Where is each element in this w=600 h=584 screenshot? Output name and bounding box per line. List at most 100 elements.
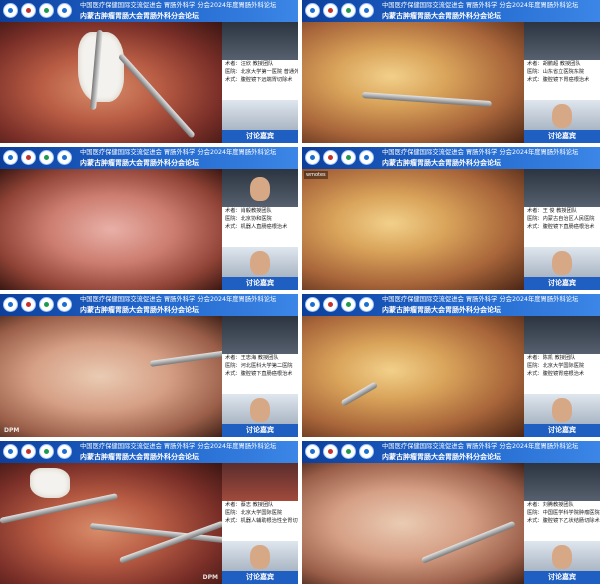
info-panel: 术者：蔡志 教授团队 医院：北京大学国际医院 术式：机器人辅助根治性全胃切除术 … bbox=[222, 463, 298, 584]
forum-banner: 中国医疗保健国际交流促进会 胃肠外科学 分会2024年度胃肠外科论坛 内蒙古肿瘤… bbox=[302, 147, 600, 169]
banner-title-line1: 中国医疗保健国际交流促进会 胃肠外科学 分会2024年度胃肠外科论坛 bbox=[382, 149, 579, 156]
instrument bbox=[117, 52, 196, 139]
association-logo-icon bbox=[39, 150, 54, 165]
logo-group bbox=[305, 3, 374, 18]
association-logo-icon bbox=[39, 3, 54, 18]
surgery-info: 术者：汪欣 教授团队 医院：北京大学第一医院 普通外科 术式：腹腔镜下远端胃切除… bbox=[222, 60, 298, 100]
dpm-watermark: DPM bbox=[202, 574, 218, 581]
surgery-info: 术者：王 俊 教授团队 医院：内蒙古自治区人民医院 术式：腹腔镜下直肠癌根治术 bbox=[524, 207, 600, 247]
instrument bbox=[149, 349, 230, 367]
operating-room-cam bbox=[222, 22, 298, 60]
surgery-info: 术者：胡鹏超 教授团队 医院：山东省立医院东院 术式：腹腔镜下胃癌根治术 bbox=[524, 60, 600, 100]
society-logo-icon bbox=[305, 444, 320, 459]
hospital-logo-icon bbox=[21, 444, 36, 459]
surgical-video[interactable] bbox=[0, 22, 222, 143]
stream-tile-1[interactable]: 中国医疗保健国际交流促进会 胃肠外科学 分会2024年度胃肠外科论坛 内蒙古肿瘤… bbox=[0, 0, 298, 143]
partner-logo-icon bbox=[57, 297, 72, 312]
society-logo-icon bbox=[3, 3, 18, 18]
association-logo-icon bbox=[341, 444, 356, 459]
forum-banner: 中国医疗保健国际交流促进会 胃肠外科学 分会2024年度胃肠外科论坛 内蒙古肿瘤… bbox=[0, 147, 298, 169]
surgeon-line: 术者：汪欣 教授团队 bbox=[225, 61, 274, 67]
guest-face bbox=[552, 251, 572, 275]
procedure-line: 术式：腹腔镜下直肠癌根治术 bbox=[225, 371, 293, 377]
hospital-logo-icon bbox=[323, 3, 338, 18]
hospital-line: 医院：内蒙古自治区人民医院 bbox=[527, 216, 595, 222]
hospital-logo-icon bbox=[21, 3, 36, 18]
guest-cam bbox=[222, 247, 298, 277]
surgical-video[interactable] bbox=[0, 463, 230, 584]
guest-cam bbox=[524, 247, 600, 277]
procedure-line: 术式：腹腔镜下远端胃切除术 bbox=[225, 77, 293, 83]
banner-title-line2: 内蒙古肿瘤胃肠大会胃肠外科分会论坛 bbox=[382, 453, 501, 461]
forum-banner: 中国医疗保健国际交流促进会 胃肠外科学 分会2024年度胃肠外科论坛 内蒙古肿瘤… bbox=[302, 294, 600, 316]
association-logo-icon bbox=[39, 444, 54, 459]
banner-title-line1: 中国医疗保健国际交流促进会 胃肠外科学 分会2024年度胃肠外科论坛 bbox=[382, 443, 579, 450]
instrument bbox=[340, 381, 379, 407]
surgical-video[interactable] bbox=[302, 22, 524, 143]
logo-group bbox=[3, 297, 72, 312]
society-logo-icon bbox=[305, 3, 320, 18]
banner-title-line1: 中国医疗保健国际交流促进会 胃肠外科学 分会2024年度胃肠外科论坛 bbox=[80, 2, 277, 9]
surgery-info: 术者：肖毅教授团队 医院：北京协和医院 术式：机器人直肠癌根治术 bbox=[222, 207, 298, 247]
stream-tile-4[interactable]: 中国医疗保健国际交流促进会 胃肠外科学 分会2024年度胃肠外科论坛 内蒙古肿瘤… bbox=[302, 147, 600, 290]
hospital-line: 医院：北京大学国际医院 bbox=[225, 510, 283, 516]
guest-face bbox=[552, 398, 572, 422]
discussion-guest-label: 讨论嘉宾 bbox=[222, 571, 298, 584]
surgeon-face bbox=[250, 177, 270, 201]
procedure-line: 术式：机器人辅助根治性全胃切除术 bbox=[225, 518, 298, 524]
info-panel: 术者：陈凯 教授团队 医院：北京大学国际医院 术式：腹腔镜胃癌根治术 讨论嘉宾 bbox=[524, 316, 600, 437]
logo-group bbox=[305, 297, 374, 312]
surgeon-line: 术者：王 俊 教授团队 bbox=[527, 208, 577, 214]
discussion-guest-label: 讨论嘉宾 bbox=[524, 424, 600, 437]
operating-room-cam bbox=[222, 463, 298, 501]
surgery-info: 术者：陈凯 教授团队 医院：北京大学国际医院 术式：腹腔镜胃癌根治术 bbox=[524, 354, 600, 394]
surgical-video[interactable] bbox=[0, 169, 222, 290]
procedure-line: 术式：腹腔镜下胃癌根治术 bbox=[527, 77, 590, 83]
info-panel: 术者：汪欣 教授团队 医院：北京大学第一医院 普通外科 术式：腹腔镜下远端胃切除… bbox=[222, 22, 298, 143]
forum-banner: 中国医疗保健国际交流促进会 胃肠外科学 分会2024年度胃肠外科论坛 内蒙古肿瘤… bbox=[302, 0, 600, 22]
surgery-info: 术者：王忠海 教授团队 医院：河北医科大学第二医院 术式：腹腔镜下直肠癌根治术 bbox=[222, 354, 298, 394]
logo-group bbox=[3, 150, 72, 165]
banner-title-line1: 中国医疗保健国际交流促进会 胃肠外科学 分会2024年度胃肠外科论坛 bbox=[80, 443, 277, 450]
logo-group bbox=[305, 444, 374, 459]
stream-tile-5[interactable]: 中国医疗保健国际交流促进会 胃肠外科学 分会2024年度胃肠外科论坛 内蒙古肿瘤… bbox=[0, 294, 298, 437]
guest-face bbox=[250, 545, 270, 569]
surgical-video[interactable]: DPM bbox=[0, 316, 230, 437]
info-panel: 术者：王 俊 教授团队 医院：内蒙古自治区人民医院 术式：腹腔镜下直肠癌根治术 … bbox=[524, 169, 600, 290]
stream-tile-6[interactable]: 中国医疗保健国际交流促进会 胃肠外科学 分会2024年度胃肠外科论坛 内蒙古肿瘤… bbox=[302, 294, 600, 437]
discussion-guest-label: 讨论嘉宾 bbox=[524, 571, 600, 584]
info-panel: 术者：胡鹏超 教授团队 医院：山东省立医院东院 术式：腹腔镜下胃癌根治术 讨论嘉… bbox=[524, 22, 600, 143]
stream-tile-7[interactable]: 中国医疗保健国际交流促进会 胃肠外科学 分会2024年度胃肠外科论坛 内蒙古肿瘤… bbox=[0, 441, 298, 584]
stream-tile-3[interactable]: 中国医疗保健国际交流促进会 胃肠外科学 分会2024年度胃肠外科论坛 内蒙古肿瘤… bbox=[0, 147, 298, 290]
banner-title-line1: 中国医疗保健国际交流促进会 胃肠外科学 分会2024年度胃肠外科论坛 bbox=[382, 2, 579, 9]
instrument bbox=[361, 92, 492, 108]
discussion-guest-label: 讨论嘉宾 bbox=[222, 424, 298, 437]
procedure-line: 术式：腹腔镜下乙状结肠切除术 bbox=[527, 518, 600, 524]
discussion-guest-label: 讨论嘉宾 bbox=[524, 130, 600, 143]
info-panel: 术者：王忠海 教授团队 医院：河北医科大学第二医院 术式：腹腔镜下直肠癌根治术 … bbox=[222, 316, 298, 437]
surgeon-line: 术者：蔡志 教授团队 bbox=[225, 502, 274, 508]
logo-group bbox=[3, 444, 72, 459]
hospital-logo-icon bbox=[323, 150, 338, 165]
partner-logo-icon bbox=[359, 150, 374, 165]
banner-title-line2: 内蒙古肿瘤胃肠大会胃肠外科分会论坛 bbox=[382, 306, 501, 314]
hospital-line: 医院：河北医科大学第二医院 bbox=[225, 363, 293, 369]
discussion-guest-label: 讨论嘉宾 bbox=[222, 130, 298, 143]
guest-face bbox=[552, 545, 572, 569]
society-logo-icon bbox=[3, 444, 18, 459]
stream-tile-8[interactable]: 中国医疗保健国际交流促进会 胃肠外科学 分会2024年度胃肠外科论坛 内蒙古肿瘤… bbox=[302, 441, 600, 584]
guest-face bbox=[552, 104, 572, 128]
discussion-guest-label: 讨论嘉宾 bbox=[222, 277, 298, 290]
hospital-line: 医院：中国医学科学院肿瘤医院 bbox=[527, 510, 600, 516]
forum-banner: 中国医疗保健国际交流促进会 胃肠外科学 分会2024年度胃肠外科论坛 内蒙古肿瘤… bbox=[0, 441, 298, 463]
surgical-video[interactable] bbox=[302, 463, 524, 584]
gauze bbox=[30, 468, 70, 498]
banner-title-line1: 中国医疗保健国际交流促进会 胃肠外科学 分会2024年度胃肠外科论坛 bbox=[382, 296, 579, 303]
guest-cam bbox=[524, 394, 600, 424]
surgical-video[interactable]: wmotes bbox=[302, 169, 524, 290]
procedure-line: 术式：腹腔镜下直肠癌根治术 bbox=[527, 224, 595, 230]
logo-group bbox=[305, 150, 374, 165]
stream-tile-2[interactable]: 中国医疗保健国际交流促进会 胃肠外科学 分会2024年度胃肠外科论坛 内蒙古肿瘤… bbox=[302, 0, 600, 143]
surgical-video[interactable] bbox=[302, 316, 524, 437]
guest-cam bbox=[524, 100, 600, 130]
